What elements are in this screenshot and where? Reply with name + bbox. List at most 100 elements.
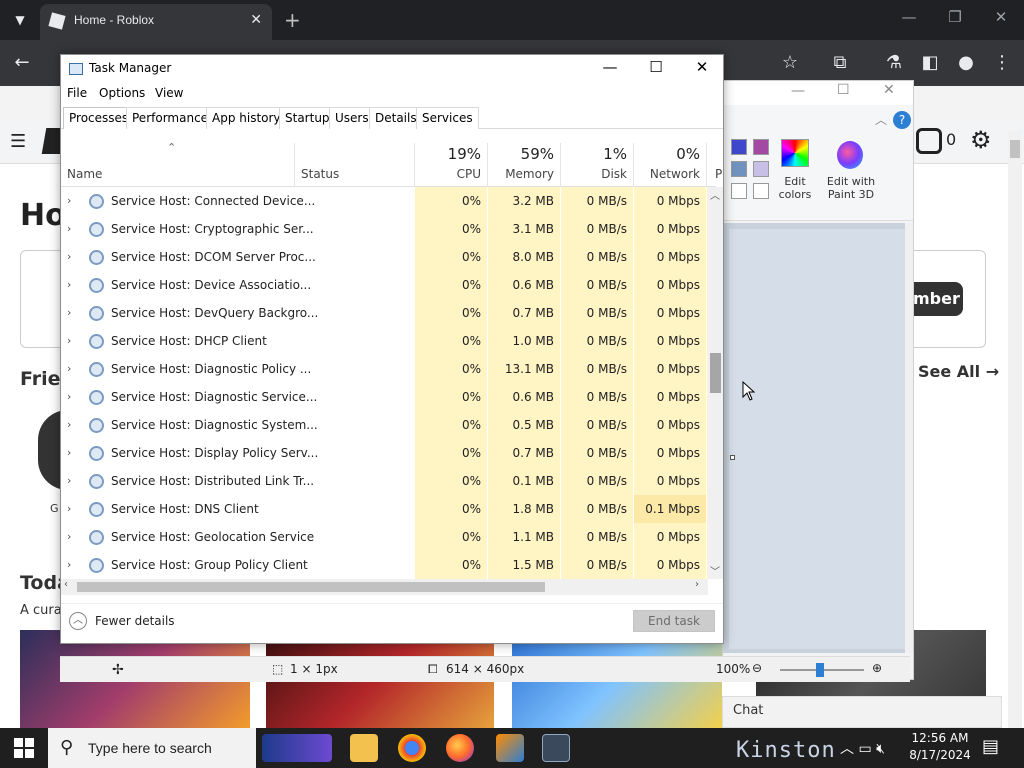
column-memory[interactable]: Memory [488,167,554,181]
tab-search-chevron-icon[interactable]: ▼ [8,8,32,32]
firefox-icon[interactable] [446,734,474,762]
column-network[interactable]: Network [634,167,700,181]
paint-canvas-scrollbar[interactable] [905,223,913,653]
browser-menu-icon[interactable]: ⋮ [990,52,1014,73]
column-disk[interactable]: Disk [561,167,627,181]
zoom-out-icon[interactable]: ⊖ [752,661,762,675]
file-explorer-icon[interactable] [350,734,378,762]
canvas-resize-handle[interactable] [730,455,735,460]
table-row[interactable]: › Service Host: Diagnostic System... 0% 0.5… [61,411,716,439]
table-row[interactable]: › Service Host: Connected Device... 0% 3.2 … [61,187,716,215]
vertical-scrollbar-thumb[interactable] [710,353,721,393]
table-row[interactable]: › Service Host: Group Policy Client 0% 1.5 … [61,551,716,579]
browser-restore-button[interactable]: ❐ [940,8,970,26]
paint-close-button[interactable]: ✕ [883,82,895,98]
menu-options[interactable]: Options [99,86,145,100]
column-name[interactable]: Name [67,167,102,181]
zoom-in-icon[interactable]: ⊕ [872,661,882,675]
profile-avatar-icon[interactable]: ● [954,52,978,73]
task-manager-taskbar-icon[interactable] [542,734,570,762]
side-panel-icon[interactable]: ◧ [918,52,942,73]
taskbar-search-box[interactable]: ⚲ Type here to search [48,728,256,768]
tab-users[interactable]: Users [329,107,375,129]
table-row[interactable]: › Service Host: DNS Client 0% 1.8 MB 0 MB/s 0… [61,495,716,523]
taskbar-clock[interactable]: 12:56 AM 8/17/2024 [908,730,972,764]
paint-minimize-button[interactable]: — [791,83,805,99]
ribbon-collapse-chevron-icon[interactable]: ︿ [875,111,887,128]
scroll-up-arrow-icon[interactable]: ︿ [710,187,720,202]
color-swatch[interactable] [731,139,747,155]
new-tab-button[interactable]: + [284,8,301,32]
expand-chevron-icon[interactable]: › [67,467,81,495]
menu-file[interactable]: File [67,86,87,100]
table-row[interactable]: › Service Host: Diagnostic Service... 0% 0.… [61,383,716,411]
table-row[interactable]: › Service Host: Distributed Link Tr... 0% 0… [61,467,716,495]
back-arrow-icon[interactable]: ← [10,52,34,73]
table-row[interactable]: › Service Host: Display Policy Serv... 0% 0… [61,439,716,467]
color-swatch[interactable] [731,183,747,199]
scroll-right-arrow-icon[interactable]: › [695,579,699,590]
minimize-button[interactable]: — [587,58,633,80]
tab-performance[interactable]: Performance [126,107,215,129]
chat-bar[interactable]: Chat [722,696,1002,728]
paint-maximize-button[interactable]: ☐ [837,82,850,98]
expand-chevron-icon[interactable]: › [67,355,81,383]
table-row[interactable]: › Service Host: DHCP Client 0% 1.0 MB 0 MB/s… [61,327,716,355]
column-cpu[interactable]: CPU [415,167,481,181]
robux-icon[interactable] [916,128,942,154]
close-button[interactable]: ✕ [679,58,725,80]
edit-colors-label[interactable]: Edit colors [775,175,815,201]
zoom-slider-thumb[interactable] [816,663,824,677]
tab-services[interactable]: Services [416,107,479,129]
expand-chevron-icon[interactable]: › [67,383,81,411]
expand-chevron-icon[interactable]: › [67,299,81,327]
tab-app-history[interactable]: App history [206,107,287,129]
fewer-details-link[interactable]: Fewer details [95,614,175,628]
notification-center-icon[interactable]: ▤ [982,736,999,757]
expand-chevron-icon[interactable]: › [67,551,81,579]
expand-chevron-icon[interactable]: › [67,411,81,439]
table-row[interactable]: › Service Host: Geolocation Service 0% 1.1 … [61,523,716,551]
tab-processes[interactable]: Processes [63,107,135,129]
paint3d-icon[interactable] [837,141,863,169]
vertical-scrollbar[interactable]: ︿ ﹀ [708,187,723,579]
browser-minimize-button[interactable]: — [894,8,924,26]
table-row[interactable]: › Service Host: DCOM Server Proc... 0% 8.0 … [61,243,716,271]
expand-chevron-icon[interactable]: › [67,327,81,355]
scroll-down-arrow-icon[interactable]: ﹀ [710,563,720,578]
menu-view[interactable]: View [155,86,183,100]
expand-chevron-icon[interactable]: › [67,187,81,215]
table-row[interactable]: › Service Host: Device Associatio... 0% 0.6… [61,271,716,299]
color-swatch[interactable] [753,183,769,199]
settings-gear-icon[interactable]: ⚙ [970,126,992,154]
system-tray-icons[interactable]: ︿ ▭ 🔇︎ [840,738,885,758]
table-row[interactable]: › Service Host: Cryptographic Ser... 0% 3.1… [61,215,716,243]
scroll-left-arrow-icon[interactable]: ‹ [64,579,68,590]
column-separator[interactable] [706,143,707,187]
column-power[interactable]: P [715,167,723,181]
tab-details[interactable]: Details [369,107,423,129]
extensions-puzzle-icon[interactable]: ⧉ [828,52,852,73]
expand-chevron-icon[interactable]: › [67,271,81,299]
table-row[interactable]: › Service Host: Diagnostic Policy ... 0% 13… [61,355,716,383]
column-status[interactable]: Status [301,167,339,181]
edit-with-paint3d-label[interactable]: Edit with Paint 3D [823,175,879,201]
tab-close-icon[interactable]: ✕ [250,12,262,28]
horizontal-scrollbar-thumb[interactable] [77,582,545,592]
column-separator[interactable] [294,143,295,187]
color-swatch[interactable] [753,139,769,155]
bookmark-star-icon[interactable]: ☆ [778,52,802,73]
end-task-button[interactable]: End task [633,610,715,632]
edit-colors-icon[interactable] [781,139,809,167]
paint-app-icon[interactable] [496,734,524,762]
expand-chevron-icon[interactable]: › [67,495,81,523]
hamburger-menu-icon[interactable]: ☰ [10,131,26,152]
help-icon[interactable]: ? [893,111,911,129]
chrome-icon[interactable] [398,734,426,762]
table-row[interactable]: › Service Host: DevQuery Backgro... 0% 0.7 … [61,299,716,327]
color-swatch[interactable] [753,161,769,177]
page-scrollbar-thumb[interactable] [1010,140,1020,158]
horizontal-scrollbar[interactable]: ‹ › [61,579,708,595]
tab-roblox-home[interactable]: Home - Roblox ✕ [40,4,272,40]
windows-start-icon[interactable] [14,738,34,758]
